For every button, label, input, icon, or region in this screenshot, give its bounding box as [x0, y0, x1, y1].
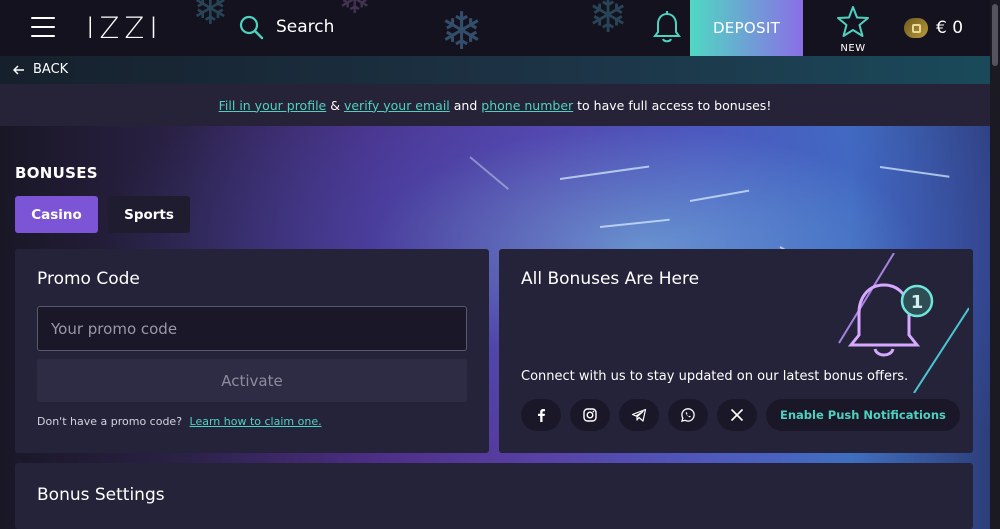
light-streak — [599, 218, 670, 228]
x-icon — [730, 408, 744, 422]
search-button[interactable]: Search — [238, 14, 334, 40]
all-bonuses-description: Connect with us to stay updated on our l… — [521, 369, 909, 384]
snowflake-decoration-icon: ❄ — [440, 2, 484, 56]
search-icon — [239, 15, 264, 40]
light-streak — [469, 156, 509, 190]
site-logo[interactable]: IZZI — [86, 11, 163, 45]
scrollbar-thumb[interactable] — [992, 4, 998, 66]
wallet-balance[interactable]: € 0 — [904, 18, 963, 38]
tab-casino[interactable]: Casino — [15, 196, 98, 233]
snowflake-decoration-icon: ❄ — [588, 0, 629, 44]
enable-push-notifications-button[interactable]: Enable Push Notifications — [766, 399, 960, 431]
profile-notice-bar: Fill in your profile & verify your email… — [0, 84, 990, 126]
verify-email-link[interactable]: verify your email — [344, 98, 450, 113]
promo-code-title: Promo Code — [37, 269, 140, 289]
coin-icon — [904, 18, 928, 38]
bonus-settings-card: Bonus Settings — [15, 463, 973, 529]
fill-profile-link[interactable]: Fill in your profile — [219, 98, 327, 113]
activate-button[interactable]: Activate — [37, 359, 467, 402]
promo-hint: Don't have a promo code? Learn how to cl… — [37, 415, 322, 428]
snowflake-decoration-icon: ❄ — [338, 0, 372, 23]
bonuses-heading: BONUSES — [15, 164, 98, 182]
facebook-icon — [538, 409, 545, 422]
promo-code-input[interactable] — [37, 306, 467, 351]
promo-code-card: Promo Code Activate Don't have a promo c… — [15, 249, 489, 453]
all-bonuses-card: 1 All Bonuses Are Here Connect with us t… — [499, 249, 973, 453]
light-streak — [559, 165, 650, 180]
tab-sports[interactable]: Sports — [108, 196, 190, 233]
arrow-left-icon — [13, 64, 24, 75]
social-links: Enable Push Notifications — [521, 399, 960, 431]
bonus-settings-title: Bonus Settings — [37, 485, 165, 505]
telegram-icon — [631, 408, 647, 422]
menu-icon[interactable] — [31, 17, 55, 37]
star-icon — [837, 6, 869, 37]
back-button[interactable]: BACK — [13, 62, 68, 77]
balance-amount: € 0 — [936, 18, 964, 38]
page-scrollbar[interactable] — [990, 0, 1000, 529]
deposit-button[interactable]: DEPOSIT — [690, 0, 803, 56]
notifications-bell-icon[interactable] — [652, 10, 682, 46]
new-label: NEW — [840, 43, 866, 54]
notice-and: and — [453, 97, 478, 113]
back-bar: BACK — [0, 56, 990, 84]
bonus-tabs: Casino Sports — [15, 196, 190, 233]
learn-claim-link[interactable]: Learn how to claim one. — [190, 415, 322, 428]
telegram-button[interactable] — [619, 399, 659, 431]
all-bonuses-title: All Bonuses Are Here — [521, 269, 700, 289]
new-games-button[interactable]: NEW — [832, 4, 874, 54]
bell-badge-count: 1 — [911, 292, 924, 313]
instagram-button[interactable] — [570, 399, 610, 431]
search-label: Search — [276, 17, 335, 37]
notice-suffix: to have full access to bonuses! — [577, 97, 772, 113]
notice-amp: & — [330, 97, 340, 113]
light-streak — [879, 166, 950, 178]
whatsapp-button[interactable] — [668, 399, 708, 431]
instagram-icon — [583, 408, 597, 422]
promo-hint-text: Don't have a promo code? — [37, 415, 183, 428]
phone-number-link[interactable]: phone number — [481, 98, 573, 113]
top-header: ❄ ❄ ❄ ❄ IZZI Search DEPOSIT NEW € 0 — [0, 0, 990, 56]
back-label: BACK — [33, 62, 69, 77]
x-twitter-button[interactable] — [717, 399, 757, 431]
snowflake-decoration-icon: ❄ — [192, 0, 229, 35]
facebook-button[interactable] — [521, 399, 561, 431]
light-streak — [689, 189, 750, 202]
whatsapp-icon — [681, 408, 695, 423]
